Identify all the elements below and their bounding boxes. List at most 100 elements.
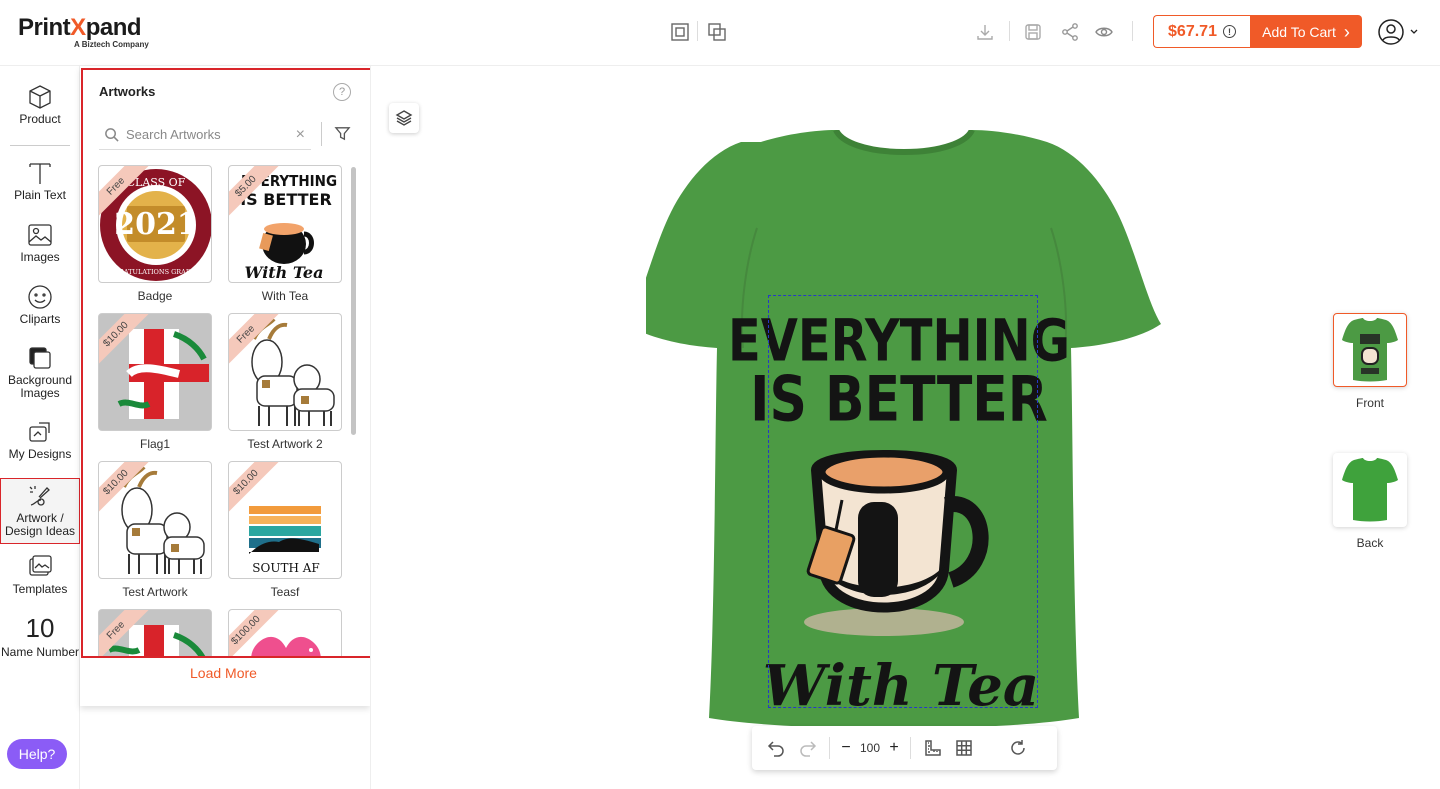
artwork-card-test-artwork-2[interactable]: Free bbox=[228, 313, 342, 431]
image-icon bbox=[28, 224, 52, 246]
divider bbox=[910, 737, 911, 759]
rail-item-label: Product bbox=[19, 112, 61, 126]
divider bbox=[697, 21, 698, 41]
grid-icon[interactable] bbox=[948, 732, 980, 764]
card-label: Flag1 bbox=[139, 437, 171, 451]
view-label: Front bbox=[1355, 396, 1384, 410]
brand-name-part2: pand bbox=[85, 14, 142, 41]
artwork-card-with-tea[interactable]: $5.00 EVERYTHING IS BETTER With Tea bbox=[228, 165, 342, 283]
left-rail: Product Plain Text Images Cliparts Backg… bbox=[0, 66, 80, 789]
rail-item-name-number[interactable]: 10 Name Number bbox=[0, 614, 80, 659]
text-icon bbox=[29, 163, 51, 184]
rail-item-artwork-design-ideas[interactable]: Artwork / Design Ideas bbox=[0, 478, 80, 544]
filter-icon[interactable] bbox=[334, 125, 351, 147]
artwork-icon bbox=[29, 486, 50, 506]
user-avatar-icon bbox=[1378, 19, 1404, 45]
name-number-icon: 10 bbox=[25, 613, 55, 643]
duplicate-view-icon[interactable] bbox=[706, 21, 728, 43]
download-icon[interactable] bbox=[974, 21, 996, 43]
brand-name-part1: Print bbox=[18, 14, 71, 41]
rail-item-label: Cliparts bbox=[19, 312, 61, 326]
chevron-down-icon bbox=[1410, 29, 1418, 34]
artwork-card-badge[interactable]: Free 2021 CLASS OF CONGRATULATIONS GRADU… bbox=[98, 165, 212, 283]
add-to-cart-button[interactable]: Add To Cart › bbox=[1250, 15, 1362, 48]
rail-item-label: My Designs bbox=[8, 447, 72, 461]
share-icon[interactable] bbox=[1059, 21, 1081, 43]
divider bbox=[1009, 21, 1010, 41]
brand-name-x: X bbox=[70, 14, 86, 41]
teasf-text: SOUTH AF bbox=[252, 561, 319, 575]
brand-tagline: A Biztech Company bbox=[74, 40, 149, 49]
help-circle-icon[interactable]: ? bbox=[333, 83, 351, 101]
rail-item-label: Plain Text bbox=[14, 188, 66, 202]
divider bbox=[10, 145, 70, 146]
background-image-icon bbox=[29, 347, 51, 369]
artworks-panel: Artworks ? × Free 2021 CLASS OF CONGRATU… bbox=[81, 68, 374, 658]
rail-item-plain-text[interactable]: Plain Text bbox=[0, 160, 80, 202]
search-icon bbox=[105, 128, 119, 142]
price-display[interactable]: $67.71 ! bbox=[1153, 15, 1250, 48]
undo-icon[interactable] bbox=[760, 732, 792, 764]
rail-item-my-designs[interactable]: My Designs bbox=[0, 419, 80, 461]
front-back-view-icon[interactable] bbox=[669, 21, 691, 43]
zoom-value: 100 bbox=[859, 741, 881, 755]
rail-item-images[interactable]: Images bbox=[0, 222, 80, 264]
rail-item-product[interactable]: Product bbox=[0, 84, 80, 126]
view-back[interactable] bbox=[1333, 453, 1407, 527]
my-designs-icon bbox=[29, 422, 50, 442]
card-label: Teasf bbox=[270, 585, 300, 599]
rail-item-templates[interactable]: Templates bbox=[0, 554, 80, 596]
help-button[interactable]: Help? bbox=[7, 739, 67, 769]
rail-item-label: Name Number bbox=[0, 645, 80, 659]
add-to-cart-label: Add To Cart bbox=[1262, 23, 1336, 40]
clear-icon[interactable]: × bbox=[296, 126, 305, 144]
card-label: With Tea bbox=[261, 289, 309, 303]
header: PrintXpand A Biztech Company $67.71 ! Ad… bbox=[0, 0, 1440, 66]
view-label: Back bbox=[1356, 536, 1384, 550]
rail-item-label: Templates bbox=[12, 582, 68, 596]
zoom-out-button[interactable]: − bbox=[835, 732, 857, 764]
ruler-icon[interactable] bbox=[916, 732, 948, 764]
cube-icon bbox=[29, 85, 51, 109]
divider bbox=[829, 737, 830, 759]
card-label: Badge bbox=[137, 289, 173, 303]
divider bbox=[1132, 21, 1133, 41]
tea-line2-text: IS BETTER bbox=[240, 190, 332, 209]
artwork-card-heart[interactable]: $100.00 bbox=[228, 609, 342, 656]
front-view-thumbnail bbox=[1342, 318, 1398, 382]
artwork-card-test-artwork[interactable]: $10.00 bbox=[98, 461, 212, 579]
price-value: $67.71 bbox=[1168, 22, 1217, 40]
layers-icon[interactable] bbox=[389, 103, 419, 133]
reset-icon[interactable] bbox=[1002, 732, 1034, 764]
panel-title: Artworks bbox=[99, 84, 156, 99]
user-menu[interactable] bbox=[1377, 18, 1419, 46]
preview-icon[interactable] bbox=[1093, 21, 1115, 43]
chevron-right-icon: › bbox=[1343, 21, 1350, 42]
rail-item-label: Artwork / Design Ideas bbox=[4, 511, 76, 538]
artwork-card-flag1[interactable]: $10.00 bbox=[98, 313, 212, 431]
card-label: Test Artwork bbox=[122, 585, 188, 599]
artwork-card-teasf[interactable]: $10.00 SOUTH AF bbox=[228, 461, 342, 579]
divider bbox=[321, 122, 322, 146]
artwork-card-flag[interactable]: Free bbox=[98, 609, 212, 656]
zoom-in-button[interactable]: + bbox=[883, 732, 905, 764]
search-input[interactable] bbox=[126, 127, 286, 142]
badge-bottom-text: CONGRATULATIONS GRADUATES bbox=[99, 268, 212, 276]
tea-line3-text: With Tea bbox=[245, 263, 324, 282]
badge-year-text: 2021 bbox=[114, 207, 198, 242]
save-icon[interactable] bbox=[1022, 21, 1044, 43]
rail-item-cliparts[interactable]: Cliparts bbox=[0, 284, 80, 326]
rail-item-label: Background Images bbox=[7, 373, 73, 400]
brand-logo[interactable]: PrintXpand A Biztech Company bbox=[18, 14, 149, 49]
price-info-icon[interactable]: ! bbox=[1222, 25, 1236, 38]
canvas-toolbar: − 100 + bbox=[752, 726, 1057, 770]
back-view-thumbnail bbox=[1342, 458, 1398, 522]
print-area-boundary[interactable] bbox=[768, 295, 1038, 708]
redo-icon[interactable] bbox=[792, 732, 824, 764]
smiley-icon bbox=[28, 285, 52, 309]
load-more-link[interactable]: Load More bbox=[190, 665, 257, 681]
scrollbar-thumb[interactable] bbox=[351, 167, 356, 435]
rail-item-background-images[interactable]: Background Images bbox=[0, 345, 80, 400]
card-label: Test Artwork 2 bbox=[247, 437, 323, 451]
view-front[interactable] bbox=[1333, 313, 1407, 387]
